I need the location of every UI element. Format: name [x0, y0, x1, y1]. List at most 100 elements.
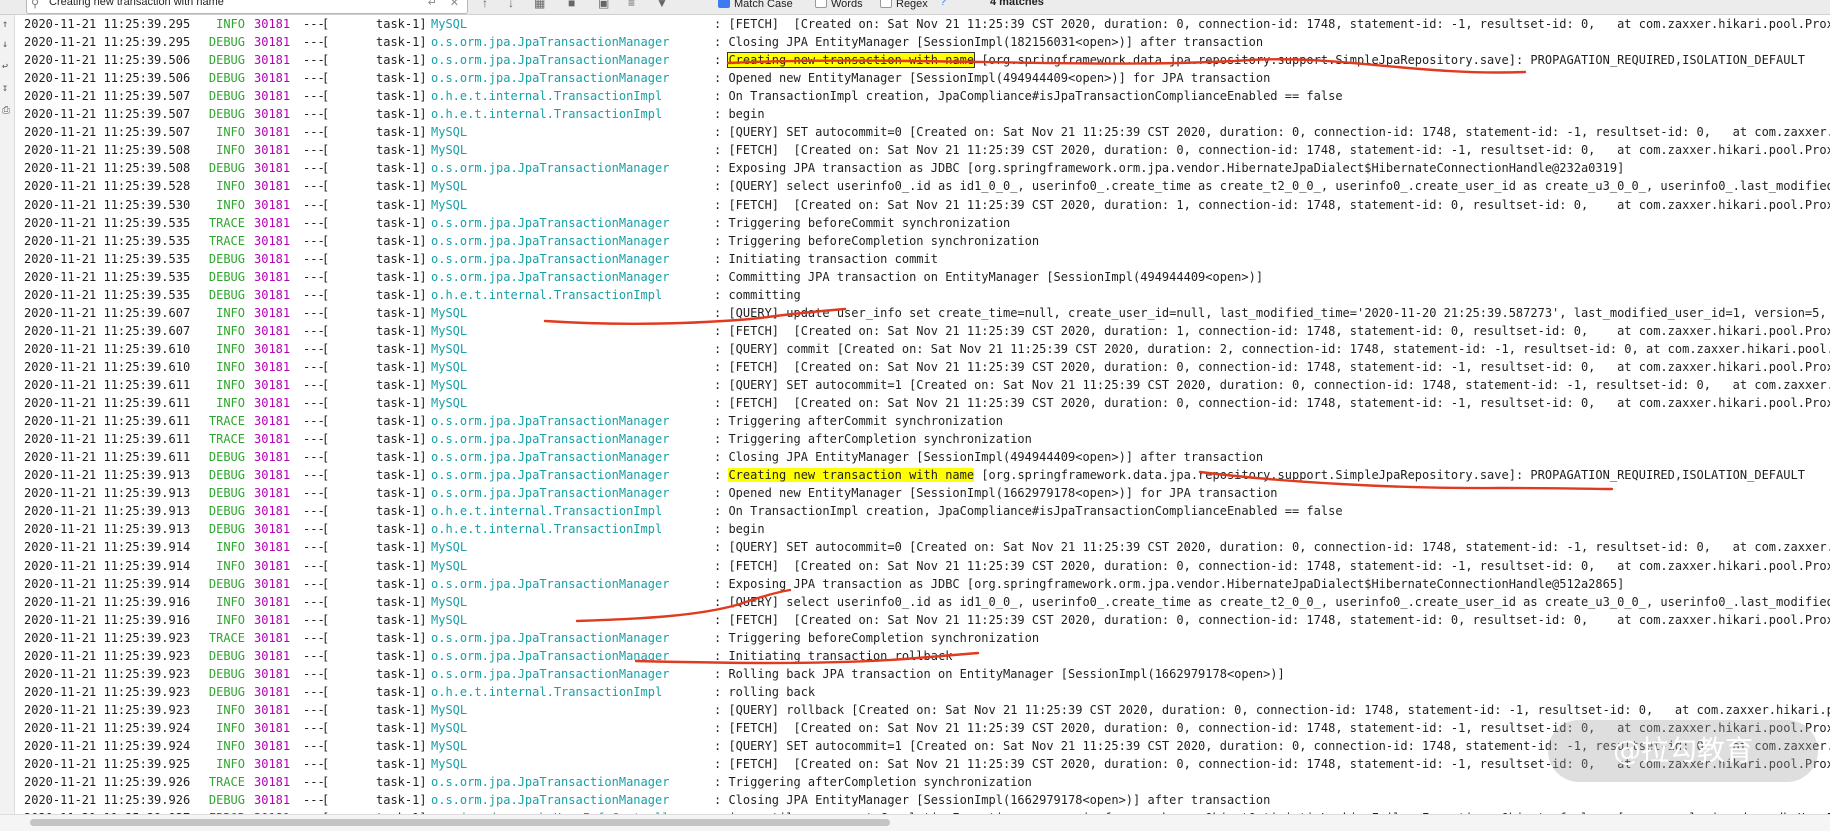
enter-icon[interactable]: ↵: [428, 0, 437, 9]
log-logger: o.s.orm.jpa.JpaTransactionManager: [431, 53, 670, 68]
log-thread: task-1]: [376, 558, 427, 573]
console-gutter: ↑ ↓ ↩ ↧ ⎙: [0, 15, 15, 830]
log-thread-bracket: [: [322, 450, 330, 465]
log-thread-bracket: [: [322, 757, 330, 772]
log-message: : Triggering afterCompletion synchroniza…: [714, 775, 1032, 790]
log-line: 2020-11-21 11:25:39.913 DEBUG 30181 ---[tas…: [14, 466, 1830, 484]
log-level: INFO: [216, 612, 245, 627]
filter-icon[interactable]: ▣: [598, 0, 609, 10]
log-thread: task-1]: [376, 378, 427, 392]
log-pid: 30181: [254, 648, 291, 663]
log-message: : Exposing JPA transaction as JDBC [org.…: [714, 576, 1625, 591]
filter-icon[interactable]: ■: [568, 0, 575, 10]
log-thread-bracket: [: [322, 89, 330, 104]
scroll-to-end-icon[interactable]: ↧: [2, 83, 8, 94]
match-case-checkbox[interactable]: Match Case: [718, 0, 793, 10]
log-level: DEBUG: [208, 287, 245, 302]
log-logger: o.s.orm.jpa.JpaTransactionManager: [431, 576, 670, 591]
regex-help-link[interactable]: ?: [940, 0, 946, 8]
log-logger: MySQL: [431, 197, 468, 212]
log-thread-bracket: [: [322, 666, 330, 681]
search-value: Creating new transaction with name: [49, 0, 224, 8]
log-timestamp: 2020-11-21 11:25:39.530: [24, 197, 191, 212]
log-thread: task-1]: [376, 414, 427, 429]
log-thread-bracket: [: [322, 71, 330, 86]
log-level: DEBUG: [208, 89, 245, 104]
log-pid: 30181: [254, 432, 291, 447]
log-thread: task-1]: [376, 143, 427, 158]
log-message: : [QUERY] SET autocommit=0 [Created on: …: [714, 125, 1830, 140]
log-timestamp: 2020-11-21 11:25:39.924: [24, 739, 191, 753]
log-line: 2020-11-21 11:25:39.916 INFO 30181 ---[task…: [14, 593, 1830, 611]
log-level: DEBUG: [208, 468, 245, 483]
log-thread: task-1]: [376, 468, 427, 483]
log-level: DEBUG: [208, 504, 245, 519]
log-level: DEBUG: [208, 486, 245, 501]
log-message: : [QUERY] select userinfo0_.id as id1_0_…: [714, 594, 1830, 609]
log-message: : [FETCH] [Created on: Sat Nov 21 11:25:…: [714, 197, 1830, 212]
log-message: : On TransactionImpl creation, JpaCompli…: [714, 504, 1343, 519]
words-checkbox[interactable]: Words: [815, 0, 863, 10]
log-logger: MySQL: [431, 739, 468, 753]
log-logger: MySQL: [431, 594, 468, 609]
log-logger: MySQL: [431, 540, 468, 555]
log-logger: o.s.orm.jpa.JpaTransactionManager: [431, 630, 670, 645]
log-line: 2020-11-21 11:25:39.507 INFO 30181 ---[task…: [14, 123, 1830, 141]
log-pid: 30181: [254, 35, 291, 50]
log-thread-bracket: [: [322, 558, 330, 573]
next-match-icon[interactable]: ↓: [508, 0, 514, 10]
log-line: 2020-11-21 11:25:39.914 INFO 30181 ---[task…: [14, 538, 1830, 556]
log-thread-bracket: [: [322, 684, 330, 699]
log-timestamp: 2020-11-21 11:25:39.611: [24, 378, 191, 392]
log-line: 2020-11-21 11:25:39.926 TRACE 30181 ---[tas…: [14, 773, 1830, 791]
log-pid: 30181: [254, 161, 291, 176]
log-logger: o.h.e.t.internal.TransactionImpl: [431, 504, 663, 519]
log-line: 2020-11-21 11:25:39.295 DEBUG 30181 ---[tas…: [14, 33, 1830, 51]
log-pid: 30181: [254, 107, 291, 122]
log-thread: task-1]: [376, 486, 427, 501]
log-timestamp: 2020-11-21 11:25:39.507: [24, 89, 191, 104]
log-level: INFO: [216, 739, 245, 753]
log-timestamp: 2020-11-21 11:25:39.923: [24, 666, 191, 681]
log-message: : Exposing JPA transaction as JDBC [org.…: [714, 161, 1625, 176]
funnel-icon[interactable]: ▼: [656, 0, 668, 10]
log-pid: 30181: [254, 359, 291, 374]
match-count: 4 matches: [990, 0, 1044, 8]
up-arrow-icon[interactable]: ↑: [2, 19, 8, 30]
log-logger: MySQL: [431, 757, 468, 772]
log-thread: task-1]: [376, 432, 427, 447]
log-timestamp: 2020-11-21 11:25:39.611: [24, 450, 191, 465]
log-timestamp: 2020-11-21 11:25:39.535: [24, 215, 191, 230]
print-icon[interactable]: ⎙: [2, 105, 10, 116]
log-logger: MySQL: [431, 702, 468, 717]
select-all-icon[interactable]: ▦: [534, 0, 545, 10]
sort-icon[interactable]: ≡: [628, 0, 635, 10]
regex-checkbox[interactable]: Regex: [880, 0, 928, 10]
log-level: INFO: [216, 540, 245, 555]
match-case-label: Match Case: [734, 0, 793, 10]
log-pid: 30181: [254, 89, 291, 104]
log-pid: 30181: [254, 125, 291, 140]
previous-match-icon[interactable]: ↑: [482, 0, 488, 10]
log-line: 2020-11-21 11:25:39.923 DEBUG 30181 ---[tas…: [14, 683, 1830, 701]
log-message: : [QUERY] update user_info set create_ti…: [714, 305, 1830, 320]
search-input[interactable]: ⚲ Creating new transaction with name ↵ ✕: [26, 0, 468, 14]
log-thread: task-1]: [376, 215, 427, 230]
log-thread: task-1]: [376, 53, 427, 68]
clear-icon[interactable]: ✕: [450, 0, 459, 9]
log-timestamp: 2020-11-21 11:25:39.535: [24, 233, 191, 248]
log-line: 2020-11-21 11:25:39.916 INFO 30181 ---[task…: [14, 611, 1830, 629]
log-message: : Closing JPA EntityManager [SessionImpl…: [714, 35, 1264, 50]
log-message: : Closing JPA EntityManager [SessionImpl…: [714, 450, 1264, 465]
log-level: TRACE: [208, 630, 245, 645]
horizontal-scrollbar[interactable]: [0, 814, 1830, 831]
log-message: : [FETCH] [Created on: Sat Nov 21 11:25:…: [714, 396, 1830, 411]
wrap-icon[interactable]: ↩: [2, 61, 8, 72]
log-message: : [FETCH] [Created on: Sat Nov 21 11:25:…: [714, 143, 1830, 158]
console-output[interactable]: 2020-11-21 11:25:39.295 INFO 30181 ---[task…: [14, 15, 1830, 830]
scrollbar-thumb[interactable]: [30, 819, 890, 826]
log-thread: task-1]: [376, 269, 427, 284]
log-timestamp: 2020-11-21 11:25:39.926: [24, 793, 191, 808]
log-pid: 30181: [254, 612, 291, 627]
down-arrow-icon[interactable]: ↓: [2, 39, 8, 50]
